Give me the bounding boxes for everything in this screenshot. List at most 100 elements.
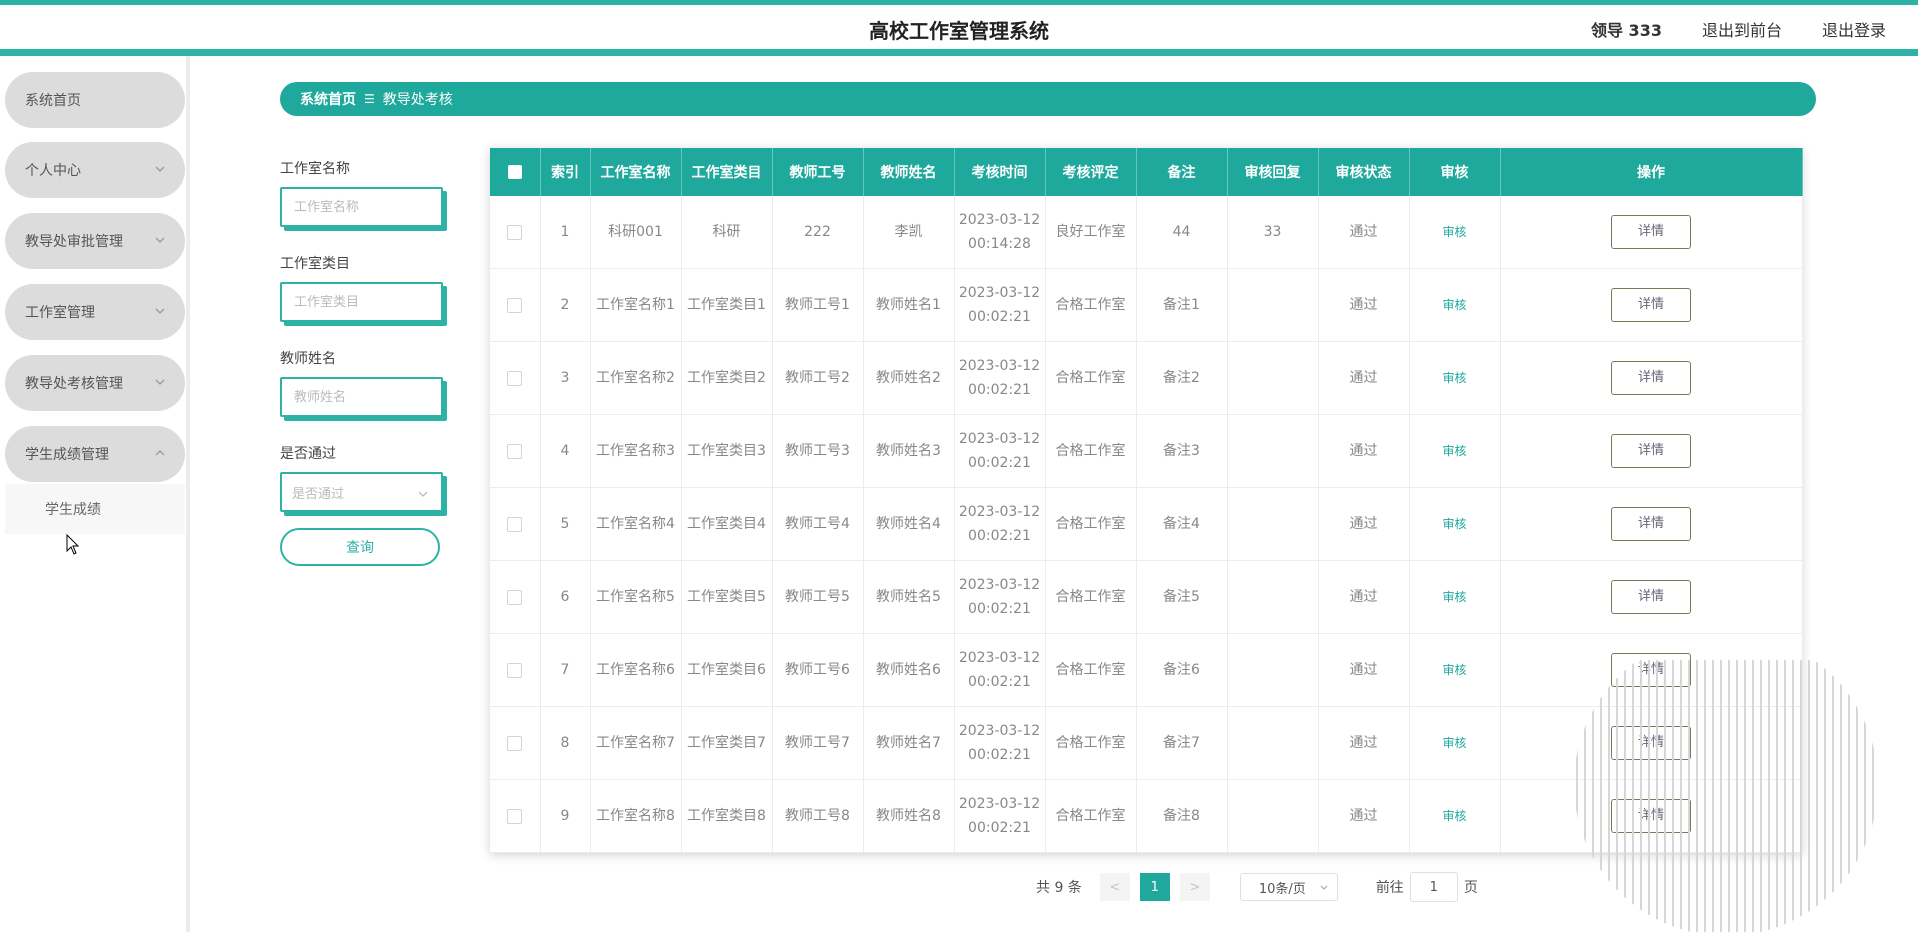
detail-button[interactable]: 详情: [1611, 507, 1691, 541]
row-checkbox[interactable]: [507, 443, 523, 459]
cell-actions: 详情: [1500, 414, 1803, 488]
cell-reply: [1227, 779, 1319, 853]
sidebar-item-label: 个人中心: [25, 163, 81, 179]
row-checkbox-cell: [490, 196, 541, 269]
sidebar-item-home[interactable]: 系统首页: [5, 72, 185, 128]
detail-button[interactable]: 详情: [1611, 361, 1691, 395]
audit-link[interactable]: 审核: [1442, 809, 1466, 823]
chevron-down-icon: [155, 379, 165, 385]
cell-teacher-no: 教师工号1: [772, 268, 864, 342]
cell-studio-name: 工作室名称2: [590, 341, 682, 415]
column-header: 索引: [540, 148, 591, 196]
studio-category-label: 工作室类目: [280, 256, 350, 272]
detail-button[interactable]: 详情: [1611, 215, 1691, 249]
cell-actions: 详情: [1500, 268, 1803, 342]
logout-link[interactable]: 退出登录: [1822, 17, 1886, 41]
row-checkbox-cell: [490, 706, 541, 780]
column-header: 工作室名称: [590, 148, 682, 196]
current-user: 领导 333: [1590, 21, 1662, 40]
cell-rating: 合格工作室: [1045, 341, 1137, 415]
cell-remark: 备注7: [1136, 706, 1228, 780]
row-checkbox[interactable]: [507, 224, 523, 240]
sidebar-item-studio-management[interactable]: 工作室管理: [5, 284, 185, 340]
studio-category-input[interactable]: [292, 293, 441, 311]
audit-link[interactable]: 审核: [1442, 225, 1466, 239]
cell-studio-name: 工作室名称6: [590, 633, 682, 707]
column-header: 考核评定: [1045, 148, 1137, 196]
cell-studio-name: 工作室名称4: [590, 487, 682, 561]
deco-stripes: [1576, 660, 1874, 932]
cell-remark: 备注8: [1136, 779, 1228, 853]
cell-time: 2023-03-12 00:02:21: [954, 268, 1046, 342]
cell-rating: 合格工作室: [1045, 706, 1137, 780]
sidebar-item-approval-management[interactable]: 教导处审批管理: [5, 213, 185, 269]
cell-rating: 合格工作室: [1045, 487, 1137, 561]
sidebar-subitem-student-grades[interactable]: 学生成绩: [5, 484, 185, 534]
sidebar-item-label: 工作室管理: [25, 305, 95, 321]
cell-studio-name: 工作室名称5: [590, 560, 682, 634]
row-checkbox[interactable]: [507, 735, 523, 751]
audit-link[interactable]: 审核: [1442, 663, 1466, 677]
prev-page-button[interactable]: <: [1099, 873, 1130, 901]
next-page-button[interactable]: >: [1179, 873, 1210, 901]
sidebar-item-student-grades-management[interactable]: 学生成绩管理: [5, 426, 185, 482]
teacher-name-field: [280, 377, 443, 417]
cell-index: 9: [540, 779, 591, 853]
cell-category: 工作室类目5: [681, 560, 773, 634]
row-checkbox[interactable]: [507, 297, 523, 313]
page-number-button[interactable]: 1: [1139, 873, 1170, 901]
page-size-select[interactable]: 10条/页: [1239, 873, 1338, 901]
cell-teacher-no: 教师工号6: [772, 633, 864, 707]
breadcrumb-home[interactable]: 系统首页: [300, 89, 356, 109]
cell-rating: 合格工作室: [1045, 414, 1137, 488]
row-checkbox[interactable]: [507, 589, 523, 605]
cell-teacher-name: 李凯: [863, 196, 955, 269]
cell-remark: 备注6: [1136, 633, 1228, 707]
table-row: 1 科研001 科研 222 李凯 2023-03-12 00:14:28 良好工作室 44 3…: [490, 196, 1803, 269]
table-row: 5 工作室名称4 工作室类目4 教师工号4 教师姓名4 2023-03-12 00:02:…: [490, 487, 1803, 561]
row-checkbox-cell: [490, 487, 541, 561]
sidebar-item-label: 学生成绩管理: [25, 447, 109, 463]
table-header-row: 索引 工作室名称 工作室类目 教师工号 教师姓名 考核时间 考核评定 备注 审核…: [490, 148, 1803, 196]
column-header: 工作室类目: [681, 148, 773, 196]
cell-category: 工作室类目7: [681, 706, 773, 780]
audit-link[interactable]: 审核: [1442, 298, 1466, 312]
sidebar-item-assessment-management[interactable]: 教导处考核管理: [5, 355, 185, 411]
passed-label: 是否通过: [280, 446, 336, 462]
deco-stripe: [1728, 660, 1730, 932]
audit-link[interactable]: 审核: [1442, 736, 1466, 750]
audit-link[interactable]: 审核: [1442, 444, 1466, 458]
passed-select[interactable]: 是否通过: [280, 472, 443, 512]
table-row: 3 工作室名称2 工作室类目2 教师工号2 教师姓名2 2023-03-12 00:02:…: [490, 341, 1803, 415]
cell-studio-name: 工作室名称7: [590, 706, 682, 780]
deco-stripe: [1840, 660, 1842, 932]
column-header: 备注: [1136, 148, 1228, 196]
cell-category: 工作室类目3: [681, 414, 773, 488]
cell-reply: [1227, 560, 1319, 634]
cell-teacher-name: 教师姓名2: [863, 341, 955, 415]
audit-link[interactable]: 审核: [1442, 590, 1466, 604]
cell-category: 工作室类目2: [681, 341, 773, 415]
deco-stripe: [1816, 660, 1818, 932]
detail-button[interactable]: 详情: [1611, 434, 1691, 468]
teacher-name-input[interactable]: [292, 388, 441, 406]
row-checkbox[interactable]: [507, 516, 523, 532]
audit-link[interactable]: 审核: [1442, 371, 1466, 385]
audit-link[interactable]: 审核: [1442, 517, 1466, 531]
row-checkbox[interactable]: [507, 808, 523, 824]
select-all-checkbox[interactable]: [507, 165, 522, 179]
detail-button[interactable]: 详情: [1611, 580, 1691, 614]
breadcrumb-separator-icon: ☰: [364, 92, 375, 106]
query-button[interactable]: 查询: [280, 528, 440, 566]
cell-status: 通过: [1318, 706, 1410, 780]
cell-teacher-no: 教师工号7: [772, 706, 864, 780]
exit-to-front-link[interactable]: 退出到前台: [1702, 17, 1782, 41]
row-checkbox[interactable]: [507, 662, 523, 678]
studio-name-input[interactable]: [292, 198, 441, 216]
sidebar-item-personal-center[interactable]: 个人中心: [5, 142, 185, 198]
cell-category: 科研: [681, 196, 773, 269]
goto-page-input[interactable]: 1: [1409, 872, 1458, 902]
row-checkbox[interactable]: [507, 370, 523, 386]
detail-button[interactable]: 详情: [1611, 288, 1691, 322]
deco-stripe: [1648, 660, 1650, 932]
